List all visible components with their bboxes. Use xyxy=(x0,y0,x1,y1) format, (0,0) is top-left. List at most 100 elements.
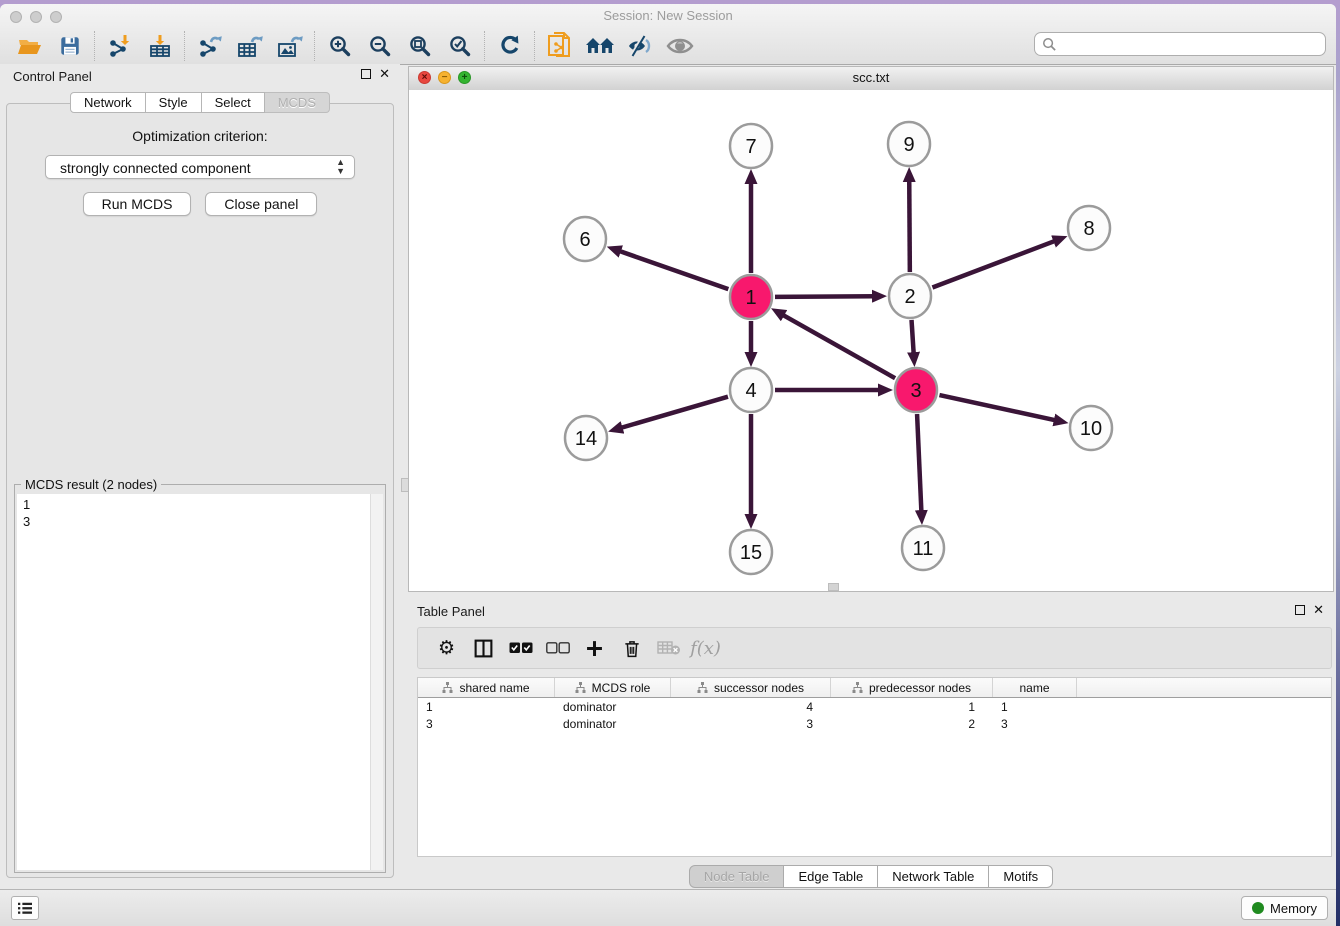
graph-node-label-7: 7 xyxy=(745,136,756,158)
graph-node-label-2: 2 xyxy=(904,286,915,308)
tab-network-table[interactable]: Network Table xyxy=(878,865,989,888)
control-panel-title: Control Panel xyxy=(13,69,92,84)
cell-name: 1 xyxy=(993,700,1077,714)
table-toolbar: ⚙ f(x) xyxy=(417,627,1332,669)
zoom-in-icon xyxy=(328,34,352,58)
graph-node-label-6: 6 xyxy=(579,229,590,251)
vertical-splitter[interactable] xyxy=(400,64,408,890)
tab-network[interactable]: Network xyxy=(70,92,146,113)
table-row[interactable]: 3 dominator 3 2 3 xyxy=(418,715,1331,732)
show-all-columns-button[interactable] xyxy=(502,632,539,664)
memory-status-icon xyxy=(1252,902,1264,914)
tab-node-table[interactable]: Node Table xyxy=(689,865,785,888)
status-bar: Memory xyxy=(0,889,1336,926)
network-window-titlebar[interactable]: × − + scc.txt xyxy=(409,67,1333,91)
show-task-history-button[interactable] xyxy=(11,896,39,920)
network-graph: 7968124314101511 xyxy=(409,90,1333,591)
close-panel-icon[interactable]: ✕ xyxy=(379,69,390,79)
node-table[interactable]: shared name MCDS role successor nodes pr… xyxy=(417,677,1332,857)
graph-edge-2-8[interactable] xyxy=(932,240,1056,287)
main-toolbar xyxy=(0,28,1336,64)
run-mcds-button[interactable]: Run MCDS xyxy=(83,192,192,216)
hide-graphics-details-button[interactable] xyxy=(620,30,660,62)
graph-edge-4-14[interactable] xyxy=(620,397,728,429)
zoom-in-button[interactable] xyxy=(320,30,360,62)
close-panel-button[interactable]: Close panel xyxy=(205,192,317,216)
float-table-panel-icon[interactable] xyxy=(1295,605,1305,615)
cell-shared-name: 1 xyxy=(418,700,555,714)
export-image-button[interactable] xyxy=(270,30,310,62)
graph-edge-1-2[interactable] xyxy=(775,296,875,297)
function-icon: f(x) xyxy=(690,638,721,659)
export-table-button[interactable] xyxy=(230,30,270,62)
tab-edge-table[interactable]: Edge Table xyxy=(784,865,878,888)
tab-motifs[interactable]: Motifs xyxy=(989,865,1053,888)
close-table-panel-icon[interactable]: ✕ xyxy=(1313,605,1324,615)
control-panel-header: Control Panel ✕ xyxy=(0,64,400,90)
column-header-name[interactable]: name xyxy=(993,678,1077,697)
memory-button[interactable]: Memory xyxy=(1241,896,1328,920)
mcds-result-area[interactable]: 1 3 xyxy=(17,494,383,870)
column-label: successor nodes xyxy=(714,681,804,695)
zoom-fit-button[interactable] xyxy=(400,30,440,62)
result-scrollbar[interactable] xyxy=(370,494,383,870)
canvas-scroll-handle[interactable] xyxy=(828,583,839,591)
table-mode-button[interactable] xyxy=(465,632,502,664)
save-icon xyxy=(59,35,81,57)
network-canvas[interactable]: 7968124314101511 xyxy=(409,90,1333,591)
window-title: Session: New Session xyxy=(0,8,1336,23)
column-header-successor-nodes[interactable]: successor nodes xyxy=(671,678,831,697)
table-row[interactable]: 1 dominator 4 1 1 xyxy=(418,698,1331,715)
graph-edge-2-9[interactable] xyxy=(909,179,910,272)
tab-select[interactable]: Select xyxy=(202,92,265,113)
toolbar-separator xyxy=(534,31,536,61)
column-header-predecessor-nodes[interactable]: predecessor nodes xyxy=(831,678,993,697)
column-settings-button[interactable]: ⚙ xyxy=(428,632,465,664)
graph-edge-2-3[interactable] xyxy=(912,320,914,355)
graph-edge-1-6[interactable] xyxy=(618,251,728,290)
tab-mcds[interactable]: MCDS xyxy=(265,92,330,113)
plus-icon xyxy=(584,638,605,659)
cell-shared-name: 3 xyxy=(418,717,555,731)
graph-edge-3-11[interactable] xyxy=(917,414,921,513)
tab-style[interactable]: Style xyxy=(146,92,202,113)
import-network-button[interactable] xyxy=(100,30,140,62)
main-right-area: × − + scc.txt 7968124314101511 xyxy=(400,64,1334,890)
search-field[interactable] xyxy=(1034,32,1326,56)
create-column-button[interactable] xyxy=(576,632,613,664)
zoom-fit-icon xyxy=(408,34,432,58)
flow-icon xyxy=(442,682,453,693)
open-network-file-button[interactable] xyxy=(540,30,580,62)
column-header-shared-name[interactable]: shared name xyxy=(418,678,555,697)
graph-edge-3-10[interactable] xyxy=(939,395,1056,420)
delete-table-button[interactable] xyxy=(650,632,687,664)
save-session-button[interactable] xyxy=(50,30,90,62)
column-header-mcds-role[interactable]: MCDS role xyxy=(555,678,671,697)
float-panel-icon[interactable] xyxy=(361,69,371,79)
hide-all-columns-button[interactable] xyxy=(539,632,576,664)
function-builder-button[interactable]: f(x) xyxy=(687,632,724,664)
table-panel-header: Table Panel ✕ xyxy=(408,600,1334,624)
delete-column-button[interactable] xyxy=(613,632,650,664)
unchecked-boxes-icon xyxy=(546,642,570,655)
export-network-button[interactable] xyxy=(190,30,230,62)
export-table-icon xyxy=(237,34,263,58)
zoom-selected-button[interactable] xyxy=(440,30,480,62)
table-panel: Table Panel ✕ ⚙ xyxy=(408,600,1334,890)
criterion-dropdown[interactable]: strongly connected component ▲▼ xyxy=(45,155,355,179)
zoom-out-button[interactable] xyxy=(360,30,400,62)
toolbar-separator xyxy=(484,31,486,61)
home-button[interactable] xyxy=(580,30,620,62)
column-label: shared name xyxy=(459,681,529,695)
search-input[interactable] xyxy=(1061,35,1320,55)
cell-predecessor-nodes: 1 xyxy=(831,700,993,714)
graph-node-label-1: 1 xyxy=(745,287,756,309)
graph-node-label-15: 15 xyxy=(740,542,762,564)
flow-icon xyxy=(852,682,863,693)
import-table-button[interactable] xyxy=(140,30,180,62)
birds-eye-view-button[interactable] xyxy=(660,30,700,62)
graph-edge-3-1[interactable] xyxy=(781,314,895,378)
column-label: predecessor nodes xyxy=(869,681,971,695)
apply-layout-button[interactable] xyxy=(490,30,530,62)
open-file-button[interactable] xyxy=(10,30,50,62)
